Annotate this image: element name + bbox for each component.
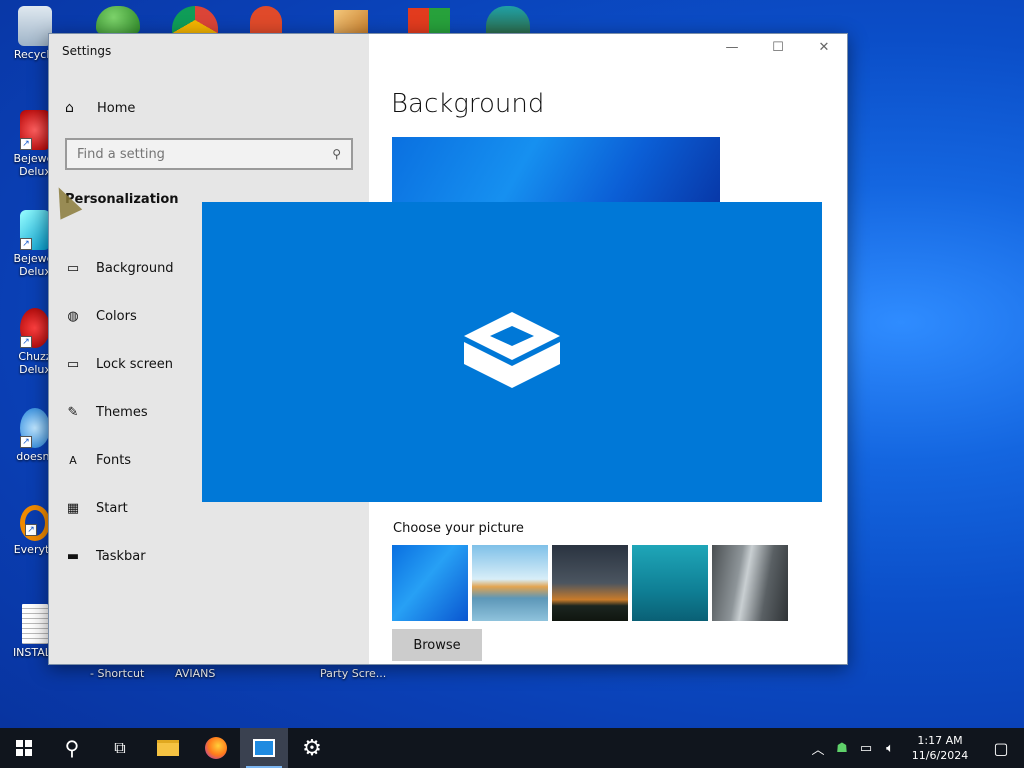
app-icon-3[interactable] <box>250 6 282 34</box>
picture-thumb-beach[interactable] <box>472 545 548 621</box>
office-icon[interactable] <box>408 8 450 34</box>
nav-item-lock-screen[interactable]: ▭ Lock screen <box>65 340 174 388</box>
search-icon: ⚲ <box>64 736 80 760</box>
sandbox-logo-icon <box>464 312 560 388</box>
task-view-button[interactable]: ⧉ <box>96 728 144 768</box>
taskbar: ⚲ ⧉ ⚙ ︿ ☗ ▭ 🔈︎ 1:17 AM 11/6/2024 ▢ <box>0 728 1024 768</box>
everything-search-icon: ↗ <box>20 505 50 541</box>
nav-item-fonts[interactable]: A Fonts <box>65 436 174 484</box>
picture-thumb-underwater[interactable] <box>632 545 708 621</box>
personalization-nav: ▭ Background ◍ Colors ▭ Lock screen ✎ Th… <box>65 244 174 580</box>
picture-thumb-rock[interactable] <box>712 545 788 621</box>
people-icon[interactable]: ☗ <box>830 741 854 756</box>
sandbox-taskbar-button[interactable] <box>240 728 288 768</box>
start-icon: ▦ <box>66 500 80 516</box>
anime-character-icon[interactable] <box>486 6 530 34</box>
network-icon[interactable]: ▭ <box>854 741 878 756</box>
system-tray: ︿ ☗ ▭ 🔈︎ 1:17 AM 11/6/2024 ▢ <box>806 728 1024 768</box>
firefox-icon <box>205 737 227 759</box>
folder-icon <box>157 740 179 756</box>
picture-thumb-night-sky[interactable] <box>552 545 628 621</box>
bejeweled-icon: ↗ <box>20 110 50 150</box>
settings-taskbar-button[interactable]: ⚙ <box>288 728 336 768</box>
page-title: Background <box>391 89 545 119</box>
image-icon: ▭ <box>66 260 80 276</box>
document-icon <box>22 604 48 644</box>
cursor-icon <box>47 182 83 220</box>
nav-item-colors[interactable]: ◍ Colors <box>65 292 174 340</box>
desktop-label-avians: AVIANS <box>175 667 216 680</box>
search-input[interactable] <box>77 146 333 162</box>
settings-search-box[interactable]: ⚲ <box>65 138 353 170</box>
palette-icon: ◍ <box>67 308 79 324</box>
close-button[interactable]: ✕ <box>809 40 839 55</box>
firefox-button[interactable] <box>192 728 240 768</box>
taskbar-icon: ▬ <box>66 548 80 564</box>
sandbox-icon <box>253 739 275 757</box>
contacts-icon[interactable] <box>96 6 140 34</box>
windows-logo-icon <box>16 740 32 756</box>
recycle-bin-icon <box>18 6 52 46</box>
home-label: Home <box>97 100 136 116</box>
browse-button[interactable]: Browse <box>392 629 482 661</box>
clock-time: 1:17 AM <box>917 734 963 747</box>
picture-thumbnails <box>392 545 788 621</box>
section-title: Personalization <box>65 192 179 207</box>
desktop-label-party-screen: Party Scre... <box>320 667 387 680</box>
minimize-button[interactable]: — <box>717 40 747 55</box>
nav-item-taskbar[interactable]: ▬ Taskbar <box>65 532 174 580</box>
nav-item-themes[interactable]: ✎ Themes <box>65 388 174 436</box>
lock-screen-icon: ▭ <box>66 356 80 372</box>
start-button[interactable] <box>0 728 48 768</box>
home-nav-item[interactable]: ⌂ Home <box>65 98 135 118</box>
search-icon[interactable]: ⚲ <box>332 147 341 161</box>
app-icon-4[interactable] <box>334 10 368 34</box>
clock-date: 11/6/2024 <box>911 749 969 762</box>
maximize-button[interactable]: ☐ <box>763 40 793 55</box>
font-icon: A <box>69 453 77 467</box>
file-explorer-button[interactable] <box>144 728 192 768</box>
notifications-icon[interactable]: ▢ <box>978 739 1024 758</box>
chevron-up-icon[interactable]: ︿ <box>806 739 830 758</box>
background-preview <box>392 137 720 203</box>
brush-icon: ✎ <box>67 404 79 420</box>
app-icon: ↗ <box>20 408 50 448</box>
gear-icon: ⚙ <box>302 735 322 761</box>
search-button[interactable]: ⚲ <box>48 728 96 768</box>
nav-item-start[interactable]: ▦ Start <box>65 484 174 532</box>
task-view-icon: ⧉ <box>114 738 126 757</box>
desktop-label-shortcut: - Shortcut <box>90 667 145 680</box>
chuzzle-icon: ↗ <box>20 308 50 348</box>
app-splash-screen <box>202 202 822 502</box>
volume-icon[interactable]: 🔈︎ <box>878 741 902 756</box>
home-icon: ⌂ <box>65 100 74 116</box>
clock[interactable]: 1:17 AM 11/6/2024 <box>902 733 978 763</box>
chrome-icon[interactable] <box>172 6 218 34</box>
choose-picture-label: Choose your picture <box>393 521 524 536</box>
window-title: Settings <box>62 44 112 58</box>
nav-item-background[interactable]: ▭ Background <box>65 244 174 292</box>
picture-thumb-windows[interactable] <box>392 545 468 621</box>
bejeweled-diamond-icon: ↗ <box>20 210 50 250</box>
